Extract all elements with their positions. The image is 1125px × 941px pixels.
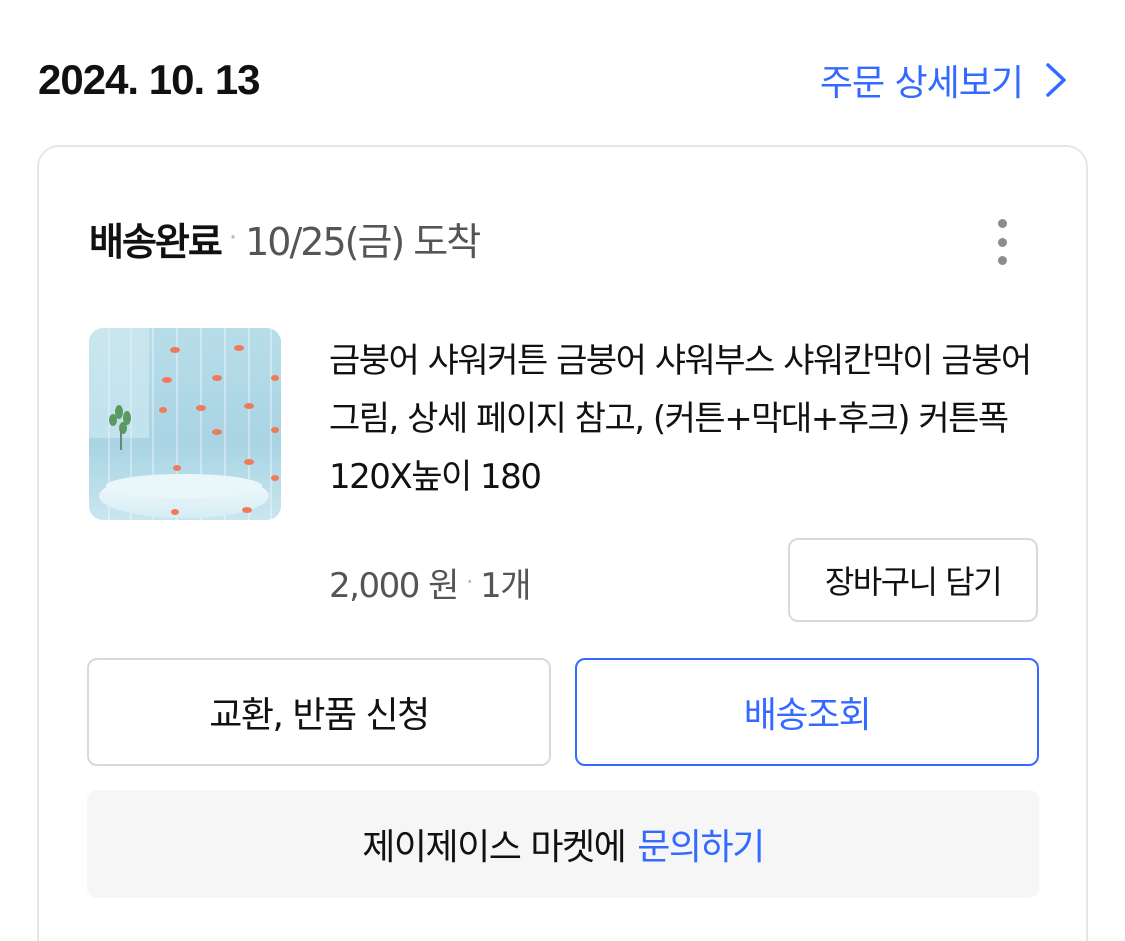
order-card: 배송완료 · 10/25(금) 도착 금붕어 샤워커튼 금붕어 샤워부스 샤워칸…: [37, 145, 1088, 941]
more-vertical-icon[interactable]: [982, 215, 1022, 269]
seller-inquiry-link[interactable]: 문의하기: [637, 818, 765, 870]
add-to-cart-button[interactable]: 장바구니 담기: [788, 538, 1038, 622]
track-delivery-button[interactable]: 배송조회: [575, 658, 1039, 766]
exchange-return-button[interactable]: 교환, 반품 신청: [87, 658, 551, 766]
price-quantity: 2,000 원 · 1개: [329, 557, 531, 607]
order-date: 2024. 10. 13: [38, 56, 261, 103]
order-detail-label: 주문 상세보기: [819, 63, 1024, 104]
shipment-status-row: 배송완료 · 10/25(금) 도착: [89, 213, 1036, 265]
arrival-date: 10/25(금) 도착: [245, 219, 481, 264]
separator-dot: ·: [465, 568, 474, 596]
goldfish-curtain-image: [89, 328, 281, 520]
order-page: 2024. 10. 13 주문 상세보기 배송완료 · 10/25(금) 도착: [0, 0, 1125, 941]
separator-dot: ·: [228, 223, 238, 253]
product-name[interactable]: 금붕어 샤워커튼 금붕어 샤워부스 샤워칸막이 금붕어그림, 상세 페이지 참고…: [329, 332, 1049, 506]
order-header: 2024. 10. 13 주문 상세보기: [38, 50, 1067, 110]
order-detail-link[interactable]: 주문 상세보기: [820, 54, 1067, 106]
order-actions: 교환, 반품 신청 배송조회: [87, 658, 1039, 766]
product-price: 2,000 원: [329, 565, 459, 606]
product-thumbnail[interactable]: [89, 328, 281, 520]
product-quantity: 1개: [480, 565, 531, 606]
seller-inquiry-bar: 제이제이스 마켓에 문의하기: [87, 790, 1039, 898]
delivery-status: 배송완료: [89, 219, 223, 264]
chevron-right-icon: [1046, 63, 1066, 97]
seller-inquiry-text: 제이제이스 마켓에: [362, 827, 626, 868]
